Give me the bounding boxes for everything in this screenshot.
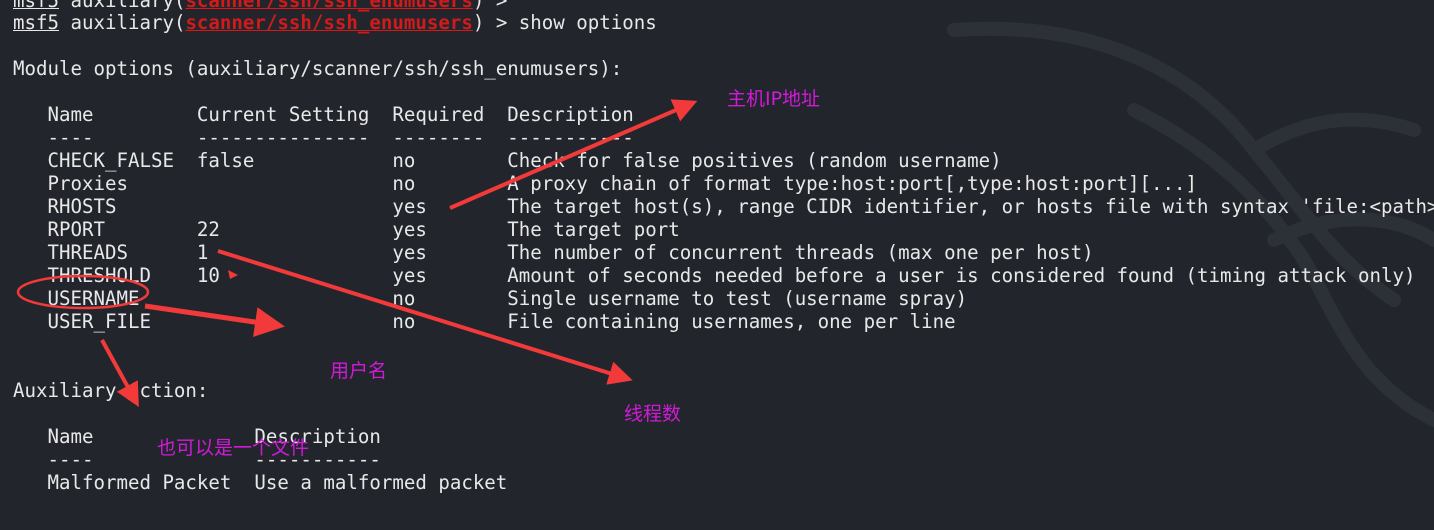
user-file-arrow	[100, 339, 139, 408]
host-ip-arrow	[449, 99, 698, 210]
threads-arrow	[217, 249, 633, 385]
terminal-window[interactable]: { "colors": { "background": "#22262c", "…	[0, 0, 1434, 530]
annotation-file: 也可以是一个文件	[157, 437, 310, 459]
annotation-host-ip: 主机IP地址	[727, 88, 821, 110]
username-circle	[16, 274, 150, 310]
small-marker-icon	[228, 270, 238, 279]
annotation-username: 用户名	[330, 360, 388, 382]
annotation-threads: 线程数	[624, 403, 682, 425]
username-arrow	[144, 303, 285, 337]
